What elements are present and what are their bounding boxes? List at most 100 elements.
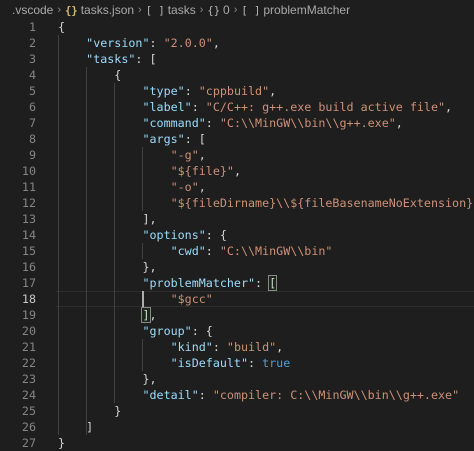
code-token: : { xyxy=(191,324,213,338)
code-line[interactable]: 11 "-o", xyxy=(0,179,474,195)
code-line[interactable]: 7 "command": "C:\\MinGW\\bin\\g++.exe", xyxy=(0,115,474,131)
code-token: "version" xyxy=(86,36,150,50)
breadcrumb-label: tasks.json xyxy=(80,2,135,17)
code-line[interactable]: 23 }, xyxy=(0,371,474,387)
code-text: "cwd": "C:\\MinGW\\bin" xyxy=(58,243,333,259)
bracket-match: [ xyxy=(268,275,278,291)
code-token: , xyxy=(198,180,206,194)
code-line[interactable]: 12 "${fileDirname}\\${fileBasenameNoExte… xyxy=(0,195,474,211)
code-line[interactable]: 3 "tasks": [ xyxy=(0,51,474,67)
code-text: ] xyxy=(58,419,93,435)
code-text: "group": { xyxy=(58,323,213,339)
code-token: "C:\\MinGW\\bin" xyxy=(219,244,333,258)
code-line[interactable]: 16 }, xyxy=(0,259,474,275)
breadcrumb-item[interactable]: {} 0 xyxy=(207,3,229,17)
breadcrumb-item[interactable]: [ ] problemMatcher xyxy=(241,3,350,17)
code-token: , xyxy=(445,100,453,114)
line-number: 2 xyxy=(28,36,36,50)
code-line[interactable]: 2 "version": "2.0.0", xyxy=(0,35,474,51)
code-token: , xyxy=(149,308,157,322)
code-line[interactable]: 4 { xyxy=(0,67,474,83)
code-text: { xyxy=(58,67,121,83)
code-line[interactable]: 6 "label": "C/C++: g++.exe build active … xyxy=(0,99,474,115)
code-token: : xyxy=(149,36,164,50)
indent-guide xyxy=(86,67,88,435)
code-line[interactable]: 20 "group": { xyxy=(0,323,474,339)
breadcrumb-label: .vscode xyxy=(12,2,54,17)
code-text: "label": "C/C++: g++.exe build active fi… xyxy=(58,99,452,115)
chevron-right-icon: › xyxy=(57,3,62,16)
code-line[interactable]: 9 "-g", xyxy=(0,147,474,163)
code-token: "compiler: C:\\MinGW\\bin\\g++.exe" xyxy=(212,388,460,402)
line-number: 20 xyxy=(21,324,36,338)
code-line[interactable]: 5 "type": "cppbuild", xyxy=(0,83,474,99)
code-token: , xyxy=(233,164,241,178)
code-line[interactable]: 21 "kind": "build", xyxy=(0,339,474,355)
code-text: } xyxy=(58,403,121,419)
code-token: : [ xyxy=(184,132,206,146)
breadcrumb-item[interactable]: {} tasks.json xyxy=(65,3,134,17)
code-text: "args": [ xyxy=(58,131,206,147)
code-token: "group" xyxy=(142,324,192,338)
code-line[interactable]: 13 ], xyxy=(0,211,474,227)
line-number: 3 xyxy=(28,52,36,66)
code-token: "isDefault" xyxy=(170,356,248,370)
code-line[interactable]: 26 ] xyxy=(0,419,474,435)
line-number: 15 xyxy=(21,244,36,258)
text-cursor xyxy=(142,291,145,307)
code-token: "options" xyxy=(142,228,206,242)
code-token: "tasks" xyxy=(86,52,136,66)
code-token: "label" xyxy=(142,100,192,114)
line-number: 21 xyxy=(21,340,36,354)
code-token: , xyxy=(212,36,220,50)
code-line[interactable]: 19 ], xyxy=(0,307,474,323)
code-line[interactable]: 18 "$gcc" xyxy=(0,291,474,307)
code-token: "2.0.0" xyxy=(163,36,213,50)
code-text: "${fileDirname}\\${fileBasenameNoExtensi… xyxy=(58,195,474,211)
array-icon: [ ] xyxy=(145,4,165,17)
code-token: }, xyxy=(58,260,157,274)
code-text: "type": "cppbuild", xyxy=(58,83,276,99)
code-token: , xyxy=(198,148,206,162)
line-number: 1 xyxy=(28,20,36,34)
bracket-match: ] xyxy=(141,307,151,323)
code-line[interactable]: 14 "options": { xyxy=(0,227,474,243)
code-line[interactable]: 10 "${file}", xyxy=(0,163,474,179)
code-token: : [ xyxy=(135,52,157,66)
code-token: ] xyxy=(58,420,94,434)
breadcrumb: .vscode ›{} tasks.json ›[ ] tasks ›{} 0 ›[ ] pro… xyxy=(0,0,474,19)
code-text: "options": { xyxy=(58,227,226,243)
code-line[interactable]: 22 "isDefault": true xyxy=(0,355,474,371)
code-token: "C:\\MinGW\\bin\\g++.exe" xyxy=(219,116,396,130)
code-line[interactable]: 15 "cwd": "C:\\MinGW\\bin" xyxy=(0,243,474,259)
code-token: : xyxy=(255,276,270,290)
breadcrumb-item[interactable]: .vscode xyxy=(12,3,53,17)
code-token: "problemMatcher" xyxy=(142,276,256,290)
breadcrumb-item[interactable]: [ ] tasks xyxy=(146,3,196,17)
chevron-right-icon: › xyxy=(138,3,142,16)
code-text: "-o", xyxy=(58,179,206,195)
code-text: "isDefault": true xyxy=(58,355,291,371)
code-token: "cwd" xyxy=(170,244,206,258)
code-editor[interactable]: 1{2 "version": "2.0.0", 3 "tasks": [4 {5 … xyxy=(0,19,474,451)
line-number: 26 xyxy=(21,420,36,434)
code-token: "C/C++: g++.exe build active file" xyxy=(205,100,446,114)
code-token: "args" xyxy=(142,132,185,146)
code-text: { xyxy=(58,19,65,35)
code-line[interactable]: 24 "detail": "compiler: C:\\MinGW\\bin\\… xyxy=(0,387,474,403)
code-line[interactable]: 25 } xyxy=(0,403,474,419)
code-line[interactable]: 27} xyxy=(0,435,474,451)
line-number: 13 xyxy=(21,212,36,226)
code-line[interactable]: 1{ xyxy=(0,19,474,35)
array-icon: [ ] xyxy=(241,4,261,17)
code-line[interactable]: 17 "problemMatcher": [ xyxy=(0,275,474,291)
line-number: 10 xyxy=(21,164,36,178)
code-line[interactable]: 8 "args": [ xyxy=(0,131,474,147)
code-token: "command" xyxy=(142,116,206,130)
